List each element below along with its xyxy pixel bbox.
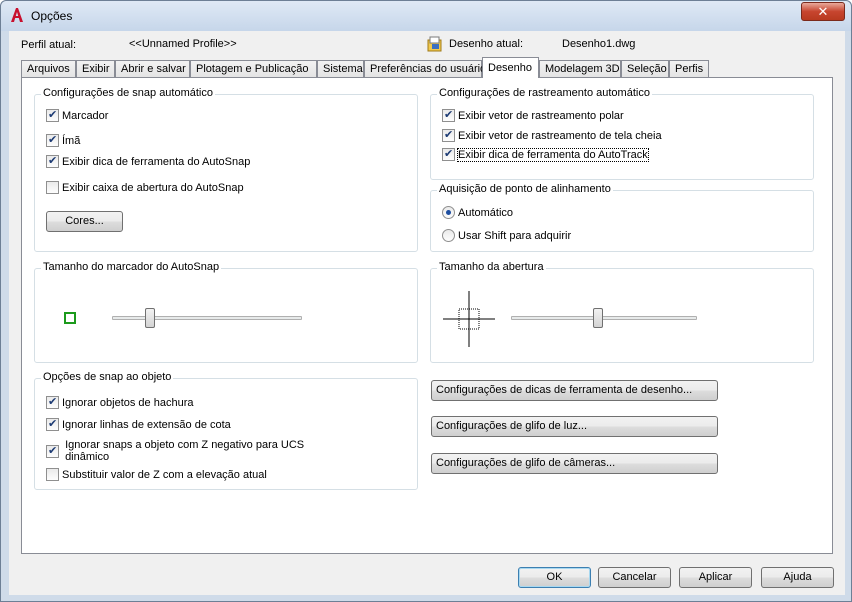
checkbox-box[interactable] [46, 181, 59, 194]
ignore-dimext-checkbox[interactable]: Ignorar linhas de extensão de cota [46, 417, 231, 432]
colors-button[interactable]: Cores... [46, 211, 123, 232]
autotrack-settings-group: Configurações de rastreamento automático… [430, 87, 814, 180]
checkbox-box[interactable] [46, 154, 59, 168]
close-button[interactable]: ✕ [801, 2, 845, 21]
ignore-negative-z-checkbox[interactable]: Ignorar snaps a objeto com Z negativo pa… [46, 439, 304, 467]
light-glyph-settings-button[interactable]: Configurações de glifo de luz... [431, 416, 718, 437]
marker-size-group: Tamanho do marcador do AutoSnap [34, 261, 418, 363]
checkbox-box[interactable] [46, 108, 59, 122]
tab-exibir[interactable]: Exibir [76, 60, 115, 78]
alignment-acquisition-group: Aquisição de ponto de alinhamento Automá… [430, 183, 814, 252]
checkbox-box[interactable] [442, 147, 455, 161]
close-icon: ✕ [817, 4, 829, 19]
group-title: Configurações de rastreamento automático [437, 87, 652, 99]
tab-perfis[interactable]: Perfis [669, 60, 709, 78]
camera-glyph-settings-button[interactable]: Configurações de glifo de câmeras... [431, 453, 718, 474]
group-title: Tamanho do marcador do AutoSnap [41, 261, 222, 273]
autotrack-tooltip-checkbox[interactable]: Exibir dica de ferramenta do AutoTrack [442, 147, 649, 162]
autosnap-settings-group: Configurações de snap automático Marcado… [34, 87, 418, 252]
current-profile-label: Perfil atual: [21, 39, 77, 51]
replace-z-checkbox[interactable]: Substituir valor de Z com a elevação atu… [46, 468, 267, 482]
negative-z-label-line2: dinâmico [65, 451, 110, 463]
radio-circle[interactable] [442, 229, 455, 242]
tab-modelagem-3d[interactable]: Modelagem 3D [539, 60, 621, 78]
checkbox-box[interactable] [46, 468, 59, 481]
negative-z-label-line1: Ignorar snaps a objeto com Z negativo pa… [65, 439, 305, 451]
apply-button[interactable]: Aplicar [679, 567, 752, 588]
checkbox-box[interactable] [46, 444, 59, 458]
drafting-tooltip-settings-button[interactable]: Configurações de dicas de ferramenta de … [431, 380, 718, 401]
checkbox-box[interactable] [442, 108, 455, 122]
marker-size-slider[interactable] [112, 316, 302, 320]
aperture-preview-icon [443, 291, 495, 347]
title-bar[interactable]: Opções ✕ [1, 1, 851, 31]
autosnap-tooltip-checkbox[interactable]: Exibir dica de ferramenta do AutoSnap [46, 154, 250, 169]
tab-arquivos[interactable]: Arquivos [21, 60, 76, 78]
window-title: Opções [31, 9, 73, 23]
current-drawing-label: Desenho atual: [449, 38, 523, 50]
magnet-checkbox[interactable]: Ímã [46, 133, 80, 148]
aperture-size-group: Tamanho da abertura [430, 261, 814, 363]
cancel-button[interactable]: Cancelar [598, 567, 671, 588]
checkbox-box[interactable] [46, 417, 59, 431]
tab-sistema[interactable]: Sistema [317, 60, 364, 78]
fullscreen-tracking-checkbox[interactable]: Exibir vetor de rastreamento de tela che… [442, 128, 662, 143]
options-dialog: Opções ✕ Perfil atual: <<Unnamed Profile… [0, 0, 852, 602]
autosnap-marker-preview [64, 312, 76, 324]
drawing-file-icon [427, 36, 442, 52]
automatic-radio[interactable]: Automático [442, 206, 513, 220]
checkbox-box[interactable] [442, 128, 455, 142]
marker-size-slider-thumb[interactable] [145, 308, 155, 328]
object-snap-options-group: Opções de snap ao objeto Ignorar objetos… [34, 371, 418, 490]
autocad-logo-icon [11, 8, 23, 22]
tab-preferencias[interactable]: Preferências do usuário [364, 60, 486, 78]
current-profile-value: <<Unnamed Profile>> [129, 38, 237, 50]
radio-circle[interactable] [442, 206, 455, 219]
group-title: Tamanho da abertura [437, 261, 546, 273]
group-title: Opções de snap ao objeto [41, 371, 174, 383]
aperture-box-checkbox[interactable]: Exibir caixa de abertura do AutoSnap [46, 181, 244, 195]
group-title: Configurações de snap automático [41, 87, 215, 99]
dialog-body: Perfil atual: <<Unnamed Profile>> Desenh… [9, 31, 845, 595]
aperture-size-slider[interactable] [511, 316, 697, 320]
drawing-tab-panel: Configurações de snap automático Marcado… [21, 77, 833, 554]
ignore-hatch-checkbox[interactable]: Ignorar objetos de hachura [46, 395, 193, 410]
tab-selecao[interactable]: Seleção [621, 60, 669, 78]
ok-button[interactable]: OK [518, 567, 591, 588]
checkbox-box[interactable] [46, 133, 59, 147]
tab-abrir-e-salvar[interactable]: Abrir e salvar [115, 60, 190, 78]
tab-desenho[interactable]: Desenho [482, 57, 539, 78]
tab-plotagem[interactable]: Plotagem e Publicação [190, 60, 317, 78]
marker-checkbox[interactable]: Marcador [46, 108, 108, 123]
shift-acquire-radio[interactable]: Usar Shift para adquirir [442, 229, 571, 243]
group-title: Aquisição de ponto de alinhamento [437, 183, 613, 195]
polar-tracking-checkbox[interactable]: Exibir vetor de rastreamento polar [442, 108, 624, 123]
checkbox-box[interactable] [46, 395, 59, 409]
help-button[interactable]: Ajuda [761, 567, 834, 588]
aperture-size-slider-thumb[interactable] [593, 308, 604, 328]
current-drawing-value: Desenho1.dwg [562, 38, 636, 50]
